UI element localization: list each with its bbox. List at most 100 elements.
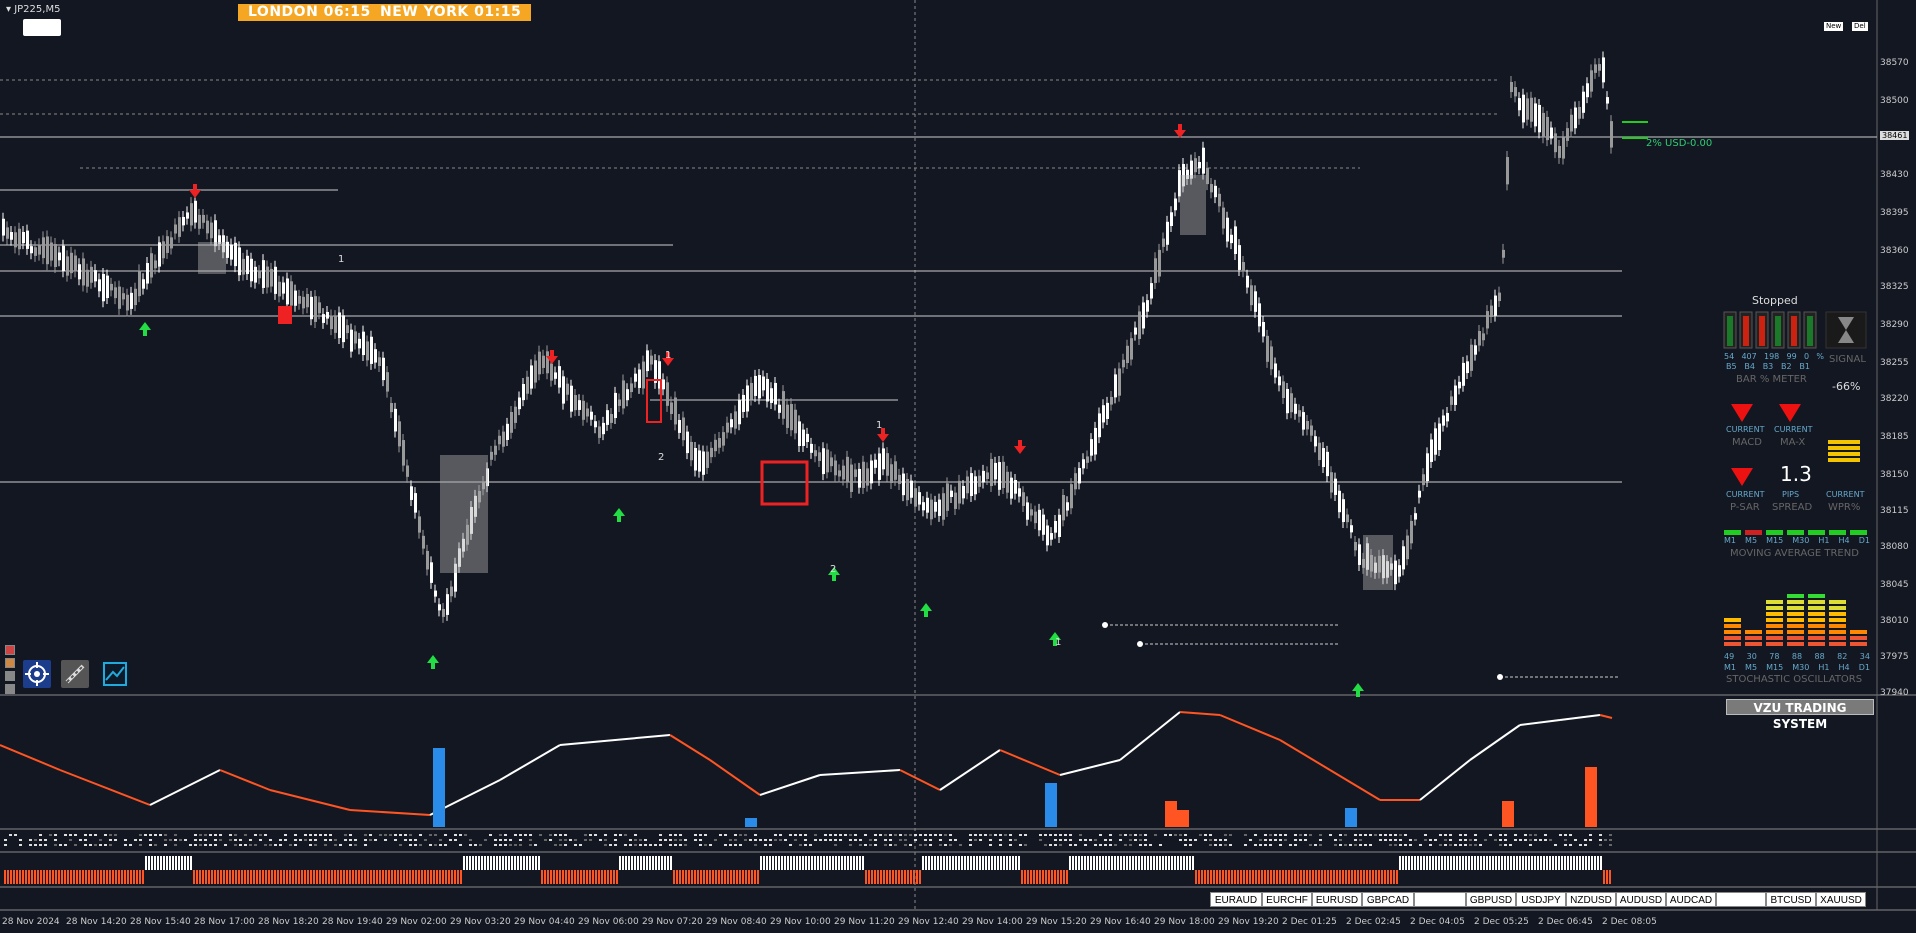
strength-dot xyxy=(744,839,747,841)
price-chart[interactable]: 112121 xyxy=(0,0,1916,933)
price-tick: 37975 xyxy=(1880,652,1909,662)
candle-body xyxy=(766,378,769,402)
trend-bar xyxy=(1108,856,1110,870)
pair-button-empty[interactable] xyxy=(1716,892,1766,907)
trend-bar xyxy=(982,856,984,870)
delete-button[interactable]: Del xyxy=(1852,22,1868,31)
strength-dot xyxy=(1469,839,1472,841)
candle-body xyxy=(146,263,149,284)
trend-bar xyxy=(1159,856,1161,870)
one-click-trade-box[interactable] xyxy=(23,19,61,36)
pair-button-euraud[interactable]: EURAUD xyxy=(1210,892,1262,907)
trend-bar xyxy=(1594,856,1596,870)
trend-bar xyxy=(886,870,888,884)
pair-button-gbpcad[interactable]: GBPCAD xyxy=(1362,892,1414,907)
strength-dot xyxy=(604,834,607,836)
trend-bar xyxy=(1132,856,1134,870)
candle-body xyxy=(390,403,393,413)
color-swatches[interactable] xyxy=(5,645,15,694)
pair-button-btcusd[interactable]: BTCUSD xyxy=(1766,892,1816,907)
strength-dot xyxy=(874,844,877,846)
strength-dot xyxy=(699,839,702,841)
stoch-bar-segment xyxy=(1787,612,1804,616)
strength-dot xyxy=(634,844,637,846)
strength-dot xyxy=(229,839,232,841)
strength-dot xyxy=(239,839,242,841)
trend-bar xyxy=(46,870,48,884)
strength-dot xyxy=(929,839,932,841)
candle-body xyxy=(1206,167,1209,185)
target-icon[interactable] xyxy=(23,660,51,688)
strength-dot xyxy=(364,844,367,846)
panel-cell: B4 xyxy=(1744,362,1755,371)
stoch-bar-segment xyxy=(1829,600,1846,604)
symbol-label[interactable]: ▾ JP225,M5 xyxy=(6,4,60,15)
candle-body xyxy=(930,499,933,520)
trend-bar xyxy=(808,856,810,870)
pair-button-eurusd[interactable]: EURUSD xyxy=(1312,892,1362,907)
trend-bar xyxy=(571,870,573,884)
trend-bar xyxy=(1591,856,1593,870)
trend-bar xyxy=(607,870,609,884)
candle-body xyxy=(574,395,577,411)
strength-dot xyxy=(69,834,72,836)
candle-body xyxy=(966,476,969,494)
strength-dot xyxy=(434,834,437,836)
strength-dot xyxy=(1049,834,1052,836)
trend-bar xyxy=(1297,870,1299,884)
candle-body xyxy=(518,397,521,410)
strength-dot xyxy=(1484,839,1487,841)
candle-body xyxy=(1234,226,1237,254)
chart-icon[interactable] xyxy=(101,660,129,688)
trend-bar xyxy=(454,870,456,884)
candle-body xyxy=(1306,421,1309,430)
trend-bar xyxy=(1432,856,1434,870)
trend-bar xyxy=(382,870,384,884)
strength-dot xyxy=(919,834,922,836)
pair-button-gbpusd[interactable]: GBPUSD xyxy=(1466,892,1516,907)
strength-dot xyxy=(454,839,457,841)
trend-bar xyxy=(1225,870,1227,884)
strength-dot xyxy=(259,834,262,836)
strength-dot xyxy=(154,834,157,836)
candle-body xyxy=(54,243,57,268)
candle-body xyxy=(282,282,285,294)
strength-dot xyxy=(709,844,712,846)
candle-body xyxy=(782,391,785,419)
pair-button-empty[interactable] xyxy=(1414,892,1466,907)
trend-bar xyxy=(274,870,276,884)
link-icon[interactable] xyxy=(61,660,89,688)
newyork-session-timer: NEW YORK 01:15 xyxy=(370,4,532,21)
pair-button-nzdusd[interactable]: NZDUSD xyxy=(1566,892,1616,907)
strength-dot xyxy=(244,834,247,836)
trend-bar xyxy=(406,870,408,884)
pair-button-usdjpy[interactable]: USDJPY xyxy=(1516,892,1566,907)
strength-dot xyxy=(404,834,407,836)
bar-meter-label: BAR % METER xyxy=(1736,374,1807,385)
strength-dot xyxy=(84,844,87,846)
candle-body xyxy=(950,490,953,497)
pair-button-xauusd[interactable]: XAUUSD xyxy=(1816,892,1866,907)
trend-bar xyxy=(946,856,948,870)
trend-bar xyxy=(286,870,288,884)
trend-bar xyxy=(1384,870,1386,884)
candle-body xyxy=(842,465,845,480)
candle-body xyxy=(802,429,805,446)
strength-dot xyxy=(214,844,217,846)
trend-bar xyxy=(376,870,378,884)
price-tick: 38360 xyxy=(1880,246,1909,256)
pair-button-audcad[interactable]: AUDCAD xyxy=(1666,892,1716,907)
pair-button-audusd[interactable]: AUDUSD xyxy=(1616,892,1666,907)
time-tick: 29 Nov 11:20 xyxy=(834,917,895,927)
strength-dot xyxy=(839,834,842,836)
pair-button-eurchf[interactable]: EURCHF xyxy=(1262,892,1312,907)
strength-dot xyxy=(804,834,807,836)
trend-bar xyxy=(1372,870,1374,884)
new-button[interactable]: New xyxy=(1824,22,1844,31)
trend-bar xyxy=(178,856,180,870)
trend-bar xyxy=(1579,856,1581,870)
candle-body xyxy=(198,214,201,229)
trend-bar xyxy=(1057,870,1059,884)
trend-bar xyxy=(85,870,87,884)
strength-dot xyxy=(1504,839,1507,841)
